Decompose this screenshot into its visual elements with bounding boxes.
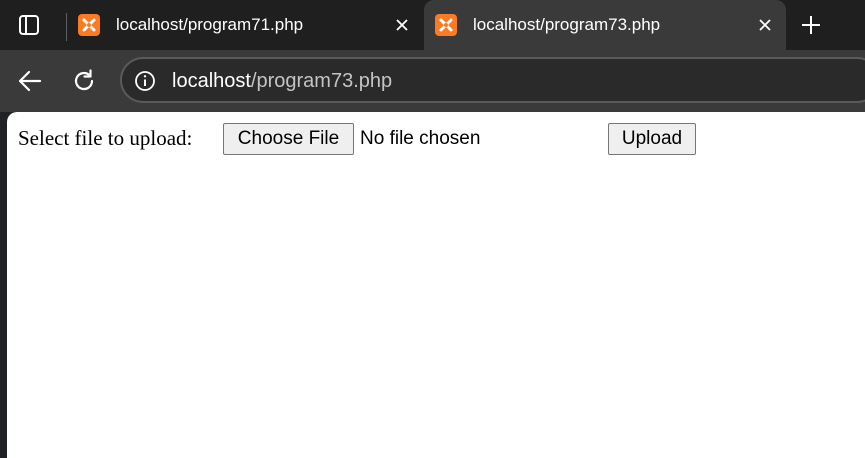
new-tab-icon[interactable] [797,11,825,39]
tab-title: localhost/program71.php [116,15,304,34]
tab-title: localhost/program73.php [473,15,661,34]
url-host: localhost [172,70,251,92]
choose-file-button[interactable]: Choose File [223,123,354,155]
file-status-text: No file chosen [360,128,481,149]
tab-program73[interactable]: localhost/program73.php [424,0,786,50]
upload-label: Select file to upload: [18,126,193,150]
reload-icon[interactable] [69,66,99,96]
address-bar[interactable]: localhost/program73.php [120,57,865,103]
close-icon[interactable] [391,14,413,36]
toolbar: localhost/program73.php [0,50,865,112]
url-text[interactable]: localhost/program73.php [172,70,392,93]
back-arrow-icon[interactable] [15,66,45,96]
xampp-icon [435,14,457,36]
close-icon[interactable] [754,14,776,36]
page-content: Select file to upload: Choose File No fi… [7,112,865,458]
sidebar-toggle-icon[interactable] [16,12,42,38]
xampp-icon [78,14,100,36]
info-icon[interactable] [134,70,156,92]
tab-strip: localhost/program71.php localhost/progra… [0,0,865,50]
url-path: /program73.php [250,70,393,92]
upload-button[interactable]: Upload [608,123,696,155]
tab-program71[interactable]: localhost/program71.php [67,0,423,50]
